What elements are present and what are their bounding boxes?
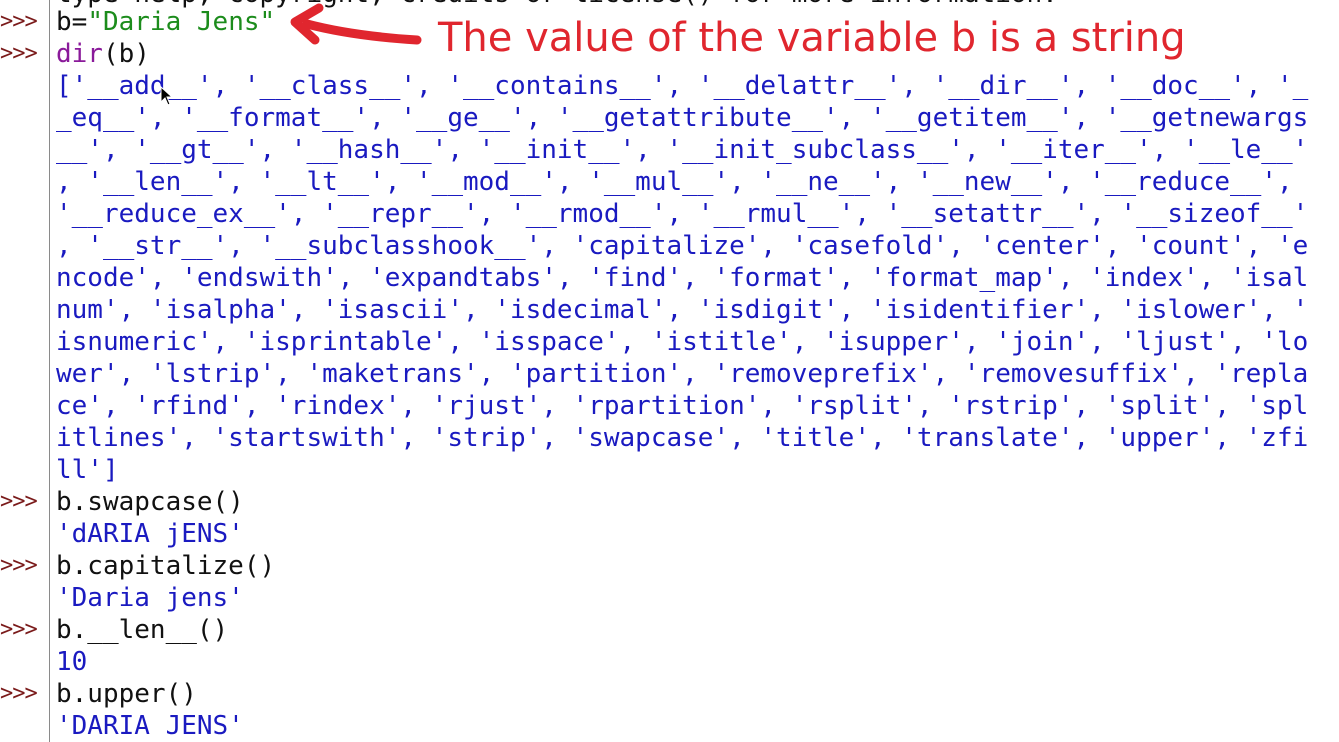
dir-output-line: , '__str__', '__subclasshook__', 'capita…	[56, 231, 1309, 261]
prompt-4: >>>	[0, 553, 38, 578]
output-capitalize: 'Daria jens'	[56, 583, 244, 613]
prompt-3: >>>	[0, 489, 38, 514]
dir-output-line: _eq__', '__format__', '__ge__', '__getat…	[56, 103, 1309, 133]
input-line-capitalize[interactable]: b.capitalize()	[56, 550, 275, 582]
output-len: 10	[56, 647, 88, 677]
input-line-assign[interactable]: b="Daria Jens"	[56, 6, 275, 38]
dir-output-line: wer', 'lstrip', 'maketrans', 'partition'…	[56, 359, 1309, 389]
red-arrow-annotation	[290, 3, 422, 45]
input-line-swapcase[interactable]: b.swapcase()	[56, 486, 244, 518]
shell-editor[interactable]: type help, copyright, credits or license…	[56, 0, 1339, 742]
mouse-pointer-icon	[160, 86, 174, 106]
dir-output-line: '__reduce_ex__', '__repr__', '__rmod__',…	[56, 199, 1309, 229]
prompt-2: >>>	[0, 41, 38, 66]
input-line-upper[interactable]: b.upper()	[56, 678, 197, 710]
prompt-1: >>>	[0, 9, 38, 34]
code-assign: b=	[56, 7, 88, 37]
string-literal: "Daria Jens"	[87, 7, 276, 37]
dir-output-line: ce', 'rfind', 'rindex', 'rjust', 'rparti…	[56, 391, 1309, 421]
dir-output-line: itlines', 'startswith', 'strip', 'swapca…	[56, 423, 1309, 453]
output-swapcase: 'dARIA jENS'	[56, 519, 244, 549]
input-line-dir[interactable]: dir(b)	[56, 38, 150, 70]
prompt-5: >>>	[0, 617, 38, 642]
gutter-divider	[49, 0, 50, 742]
input-line-len[interactable]: b.__len__()	[56, 614, 228, 646]
dir-output-line: num', 'isalpha', 'isascii', 'isdecimal',…	[56, 295, 1309, 325]
builtin-dir: dir	[56, 39, 103, 69]
dir-output-line: isnumeric', 'isprintable', 'isspace', 'i…	[56, 327, 1309, 357]
dir-output-line: ll']	[56, 455, 119, 485]
output-upper: 'DARIA JENS'	[56, 711, 244, 741]
prompt-6: >>>	[0, 681, 38, 706]
annotation-text: The value of the variable b is a string	[438, 15, 1186, 61]
dir-args: (b)	[102, 39, 150, 69]
dir-output-line: ['__add__', '__class__', '__contains__',…	[56, 71, 1309, 101]
dir-output-line: , '__len__', '__lt__', '__mod__', '__mul…	[56, 167, 1293, 197]
dir-output-line: ncode', 'endswith', 'expandtabs', 'find'…	[56, 263, 1309, 293]
dir-output-line: __', '__gt__', '__hash__', '__init__', '…	[56, 135, 1309, 165]
